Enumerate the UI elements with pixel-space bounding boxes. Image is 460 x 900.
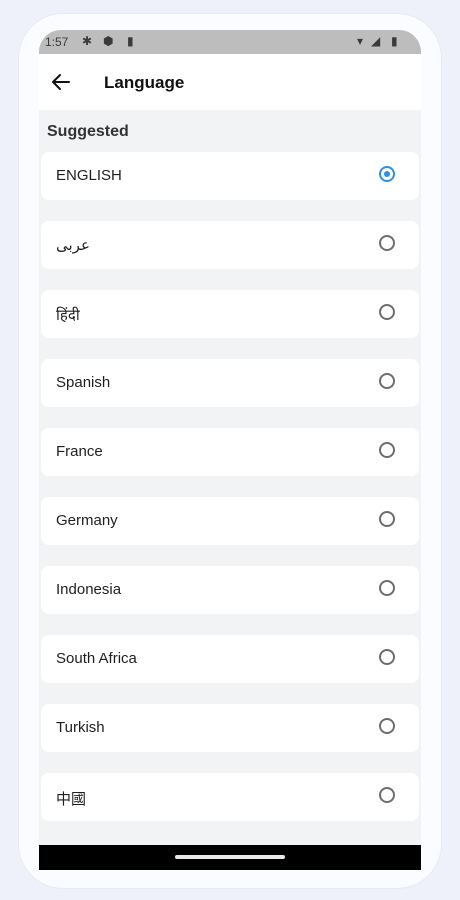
app-screen: 1:57 ✱ ⬢ ▮ ▾ ◢ ▮ Language Suggested ENGL… <box>39 30 421 870</box>
app-bar: Language <box>39 54 421 110</box>
radio-unselected-icon[interactable] <box>379 649 395 665</box>
language-label: Germany <box>56 512 118 529</box>
radio-unselected-icon[interactable] <box>379 304 395 320</box>
radio-unselected-icon[interactable] <box>379 718 395 734</box>
status-bar: 1:57 ✱ ⬢ ▮ ▾ ◢ ▮ <box>39 30 421 54</box>
language-item-germany[interactable]: Germany <box>41 497 419 545</box>
language-item-chinese[interactable]: 中國 <box>41 773 419 821</box>
language-label: South Africa <box>56 650 137 667</box>
navigation-bar <box>39 845 421 870</box>
language-label: عربى <box>56 237 90 254</box>
section-heading: Suggested <box>47 123 129 140</box>
language-label: Spanish <box>56 374 111 391</box>
language-item-turkish[interactable]: Turkish <box>41 704 419 752</box>
language-label: Turkish <box>56 719 105 736</box>
language-label: ENGLISH <box>56 167 122 184</box>
settings-icon: ✱ <box>82 34 93 48</box>
language-item-france[interactable]: France <box>41 428 419 476</box>
language-label: Indonesia <box>56 581 122 598</box>
language-item-spanish[interactable]: Spanish <box>41 359 419 407</box>
language-label: 中國 <box>56 791 87 808</box>
language-item-indonesia[interactable]: Indonesia <box>41 566 419 614</box>
home-indicator[interactable] <box>175 855 285 859</box>
language-item-hindi[interactable]: हिंदी <box>41 290 419 338</box>
back-arrow-icon[interactable] <box>49 70 73 94</box>
language-item-arabic[interactable]: عربى <box>41 221 419 269</box>
signal-icon: ◢ <box>371 34 381 48</box>
language-item-south-africa[interactable]: South Africa <box>41 635 419 683</box>
radio-selected-icon[interactable] <box>379 166 395 182</box>
wifi-icon: ▾ <box>357 34 364 48</box>
shield-icon: ⬢ <box>103 34 114 48</box>
radio-unselected-icon[interactable] <box>379 511 395 527</box>
language-label: हिंदी <box>56 307 80 324</box>
radio-unselected-icon[interactable] <box>379 235 395 251</box>
battery-icon: ▮ <box>391 34 398 48</box>
radio-unselected-icon[interactable] <box>379 373 395 389</box>
radio-unselected-icon[interactable] <box>379 580 395 596</box>
language-label: France <box>56 443 103 460</box>
status-time: 1:57 <box>45 35 69 49</box>
sd-card-icon: ▮ <box>127 34 134 48</box>
language-item-english[interactable]: ENGLISH <box>41 152 419 200</box>
page-title: Language <box>104 73 185 92</box>
radio-unselected-icon[interactable] <box>379 787 395 803</box>
radio-unselected-icon[interactable] <box>379 442 395 458</box>
